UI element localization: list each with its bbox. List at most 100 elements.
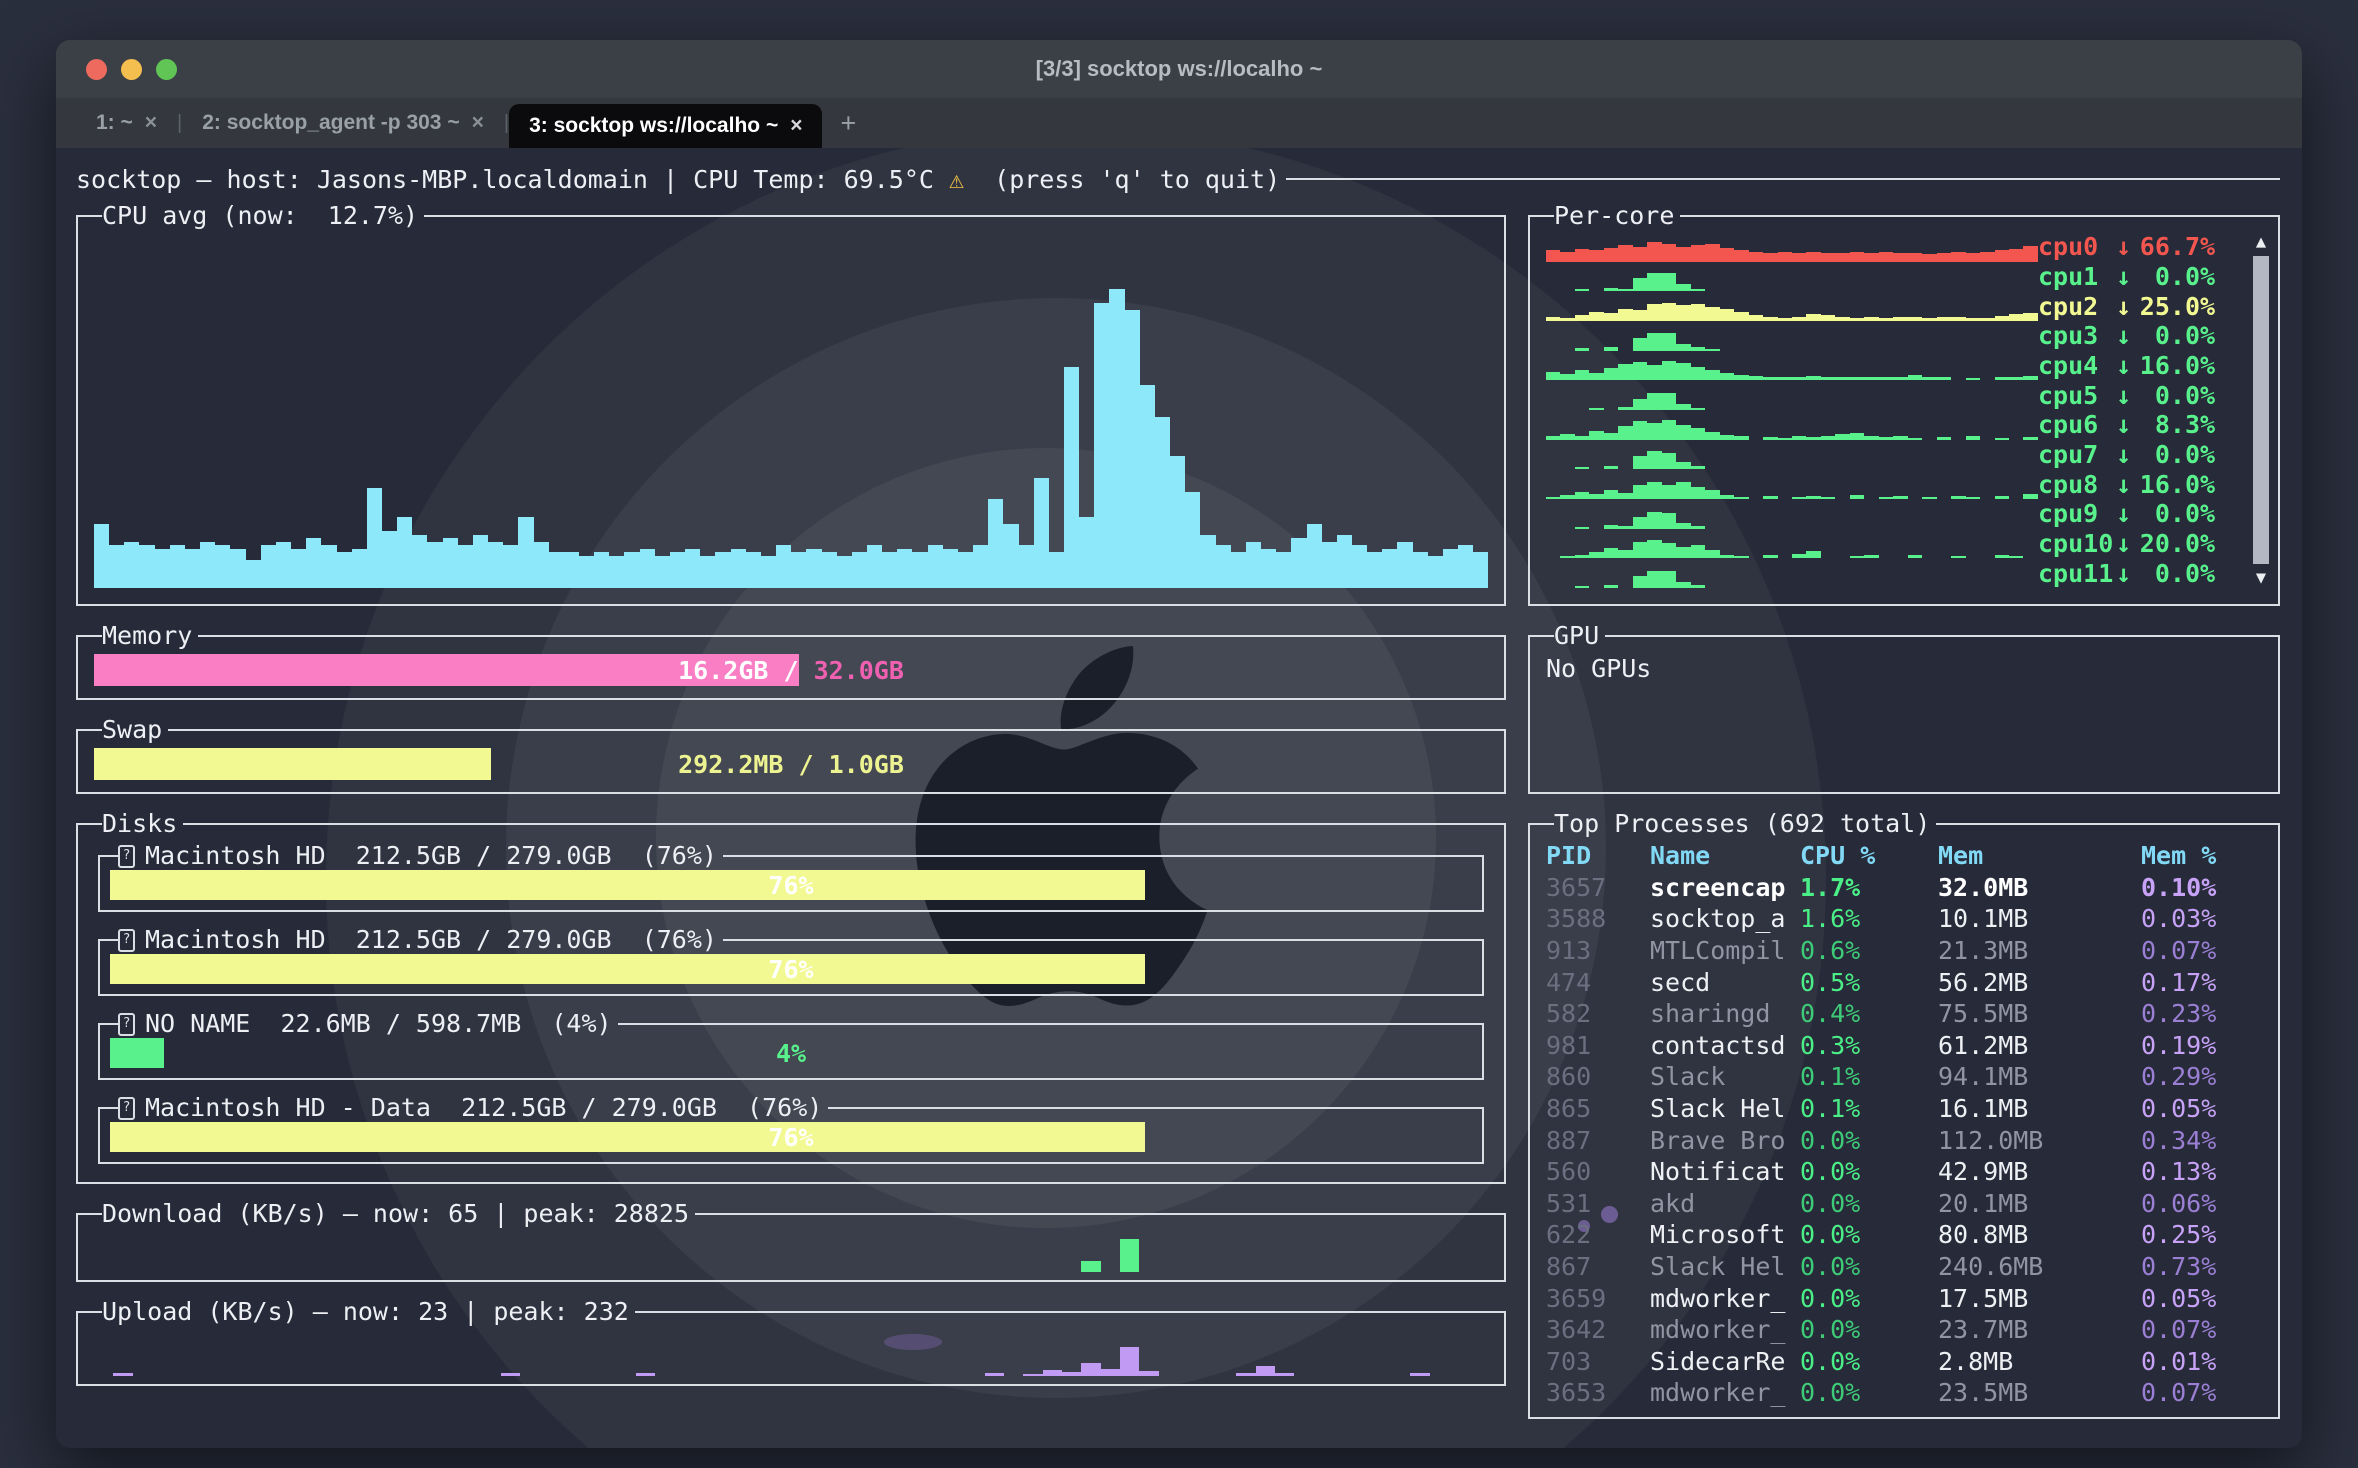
process-pid: 3659 — [1546, 1284, 1650, 1313]
terminal-window: [3/3] socktop ws://localho ~ 1: ~×|2: so… — [56, 40, 2302, 1448]
process-row[interactable]: 913MTLCompil0.6%21.3MB0.07% — [1546, 935, 2262, 967]
upload-bar — [1023, 1374, 1042, 1376]
arrow-down-icon: ↓ — [2116, 381, 2131, 410]
spark-bar — [1705, 432, 1719, 440]
download-bar — [1120, 1239, 1139, 1272]
spark-bar — [1647, 393, 1661, 410]
spark-bar — [1662, 273, 1676, 291]
process-row[interactable]: 3588socktop_a1.6%10.1MB0.03% — [1546, 903, 2262, 935]
cpu-bar — [427, 542, 442, 588]
core-sparkline — [1546, 351, 2038, 381]
spark-bar — [1633, 310, 1647, 321]
zoom-window-button[interactable] — [156, 59, 177, 80]
per-core-scrollbar[interactable]: ▲ ▼ — [2246, 232, 2272, 588]
core-value: 0.0% — [2131, 321, 2215, 350]
memory-usage-bar: 16.2GB / 32.0GB16.2GB / 32.0GB — [94, 654, 1488, 686]
cpu-bar — [321, 545, 336, 588]
cpu-bar — [94, 524, 109, 588]
spark-bar — [1734, 312, 1748, 321]
spark-bar — [1966, 253, 1980, 262]
tab-1[interactable]: 1: ~× — [76, 98, 177, 148]
spark-bar — [1604, 433, 1618, 440]
spark-bar — [1589, 431, 1603, 440]
tab-close-icon[interactable]: × — [790, 114, 802, 138]
process-mem: 10.1MB — [1938, 904, 2141, 933]
spark-bar — [2023, 313, 2037, 321]
close-window-button[interactable] — [86, 59, 107, 80]
process-mem: 61.2MB — [1938, 1031, 2141, 1060]
gpu-panel: GPU No GPUs — [1528, 622, 2280, 794]
process-mempct: 0.29% — [2141, 1062, 2262, 1091]
process-mempct: 0.06% — [2141, 1189, 2262, 1218]
spark-bar — [1705, 550, 1719, 559]
upload-bar — [1256, 1366, 1275, 1376]
process-row[interactable]: 474secd0.5%56.2MB0.17% — [1546, 966, 2262, 998]
process-row[interactable]: 531akd0.0%20.1MB0.06% — [1546, 1188, 2262, 1220]
cpu-bar — [973, 545, 988, 588]
core-name: cpu10 — [2038, 529, 2116, 558]
process-pid: 3657 — [1546, 873, 1650, 902]
process-name: socktop_a — [1650, 904, 1800, 933]
process-row[interactable]: 887Brave Bro0.0%112.0MB0.34% — [1546, 1124, 2262, 1156]
process-pid: 622 — [1546, 1220, 1650, 1249]
core-value: 0.0% — [2131, 440, 2215, 469]
spark-bar — [1676, 344, 1690, 351]
spark-bar — [1705, 307, 1719, 321]
cpu-bar — [1307, 524, 1322, 588]
new-tab-button[interactable]: + — [822, 108, 874, 139]
disk-label: Macintosh HD 212.5GB / 279.0GB (76%) — [145, 842, 717, 870]
process-cpu: 0.0% — [1800, 1378, 1938, 1407]
scroll-down-icon[interactable]: ▼ — [2256, 568, 2266, 588]
cpu-bar — [1246, 542, 1261, 588]
process-row[interactable]: 622Microsoft0.0%80.8MB0.25% — [1546, 1219, 2262, 1251]
upload-bar — [501, 1373, 520, 1376]
process-pid: 531 — [1546, 1189, 1650, 1218]
cpu-bar — [791, 552, 806, 588]
core-row: cpu7↓0.0% — [1546, 440, 2246, 470]
cpu-bar — [1322, 542, 1337, 588]
process-row[interactable]: 867Slack Hel0.0%240.6MB0.73% — [1546, 1251, 2262, 1283]
disk-panel-title: ?Macintosh HD - Data 212.5GB / 279.0GB (… — [118, 1094, 828, 1122]
tab-3[interactable]: 3: socktop ws://localho ~× — [509, 104, 822, 148]
process-row[interactable]: 3642mdworker_0.0%23.7MB0.07% — [1546, 1314, 2262, 1346]
process-mempct: 0.05% — [2141, 1094, 2262, 1123]
spark-bar — [1676, 305, 1690, 321]
spark-bar — [1864, 253, 1878, 262]
cpu-bar — [291, 549, 306, 588]
spark-bar — [1647, 333, 1661, 351]
tab-2[interactable]: 2: socktop_agent -p 303 ~× — [182, 98, 504, 148]
process-row[interactable]: 560Notificat0.0%42.9MB0.13% — [1546, 1156, 2262, 1188]
core-sparkline — [1546, 291, 2038, 321]
process-row[interactable]: 582sharingd0.4%75.5MB0.23% — [1546, 998, 2262, 1030]
disk-panel: ?Macintosh HD 212.5GB / 279.0GB (76%)76%… — [98, 926, 1484, 996]
cpu-bar — [685, 549, 700, 588]
spark-bar — [1633, 542, 1647, 559]
process-row[interactable]: 981contactsd0.3%61.2MB0.19% — [1546, 1030, 2262, 1062]
scroll-up-icon[interactable]: ▲ — [2256, 232, 2266, 252]
process-row[interactable]: 860Slack0.1%94.1MB0.29% — [1546, 1061, 2262, 1093]
process-pid: 3588 — [1546, 904, 1650, 933]
process-row[interactable]: 3657screencap1.7%32.0MB0.10% — [1546, 872, 2262, 904]
minimize-window-button[interactable] — [121, 59, 142, 80]
process-mem: 20.1MB — [1938, 1189, 2141, 1218]
process-pid: 474 — [1546, 968, 1650, 997]
core-name: cpu11 — [2038, 559, 2116, 588]
process-cpu: 1.6% — [1800, 904, 1938, 933]
tab-close-icon[interactable]: × — [145, 111, 157, 135]
cpu-bar — [776, 545, 791, 588]
disk-icon: ? — [118, 1097, 135, 1120]
process-row[interactable]: 865Slack Hel0.1%16.1MB0.05% — [1546, 1093, 2262, 1125]
cpu-bar — [276, 542, 291, 588]
process-row[interactable]: 3659mdworker_0.0%17.5MB0.05% — [1546, 1282, 2262, 1314]
core-row: cpu1↓0.0% — [1546, 262, 2246, 292]
process-row[interactable]: 703SidecarRe0.0%2.8MB0.01% — [1546, 1346, 2262, 1378]
cpu-bar — [109, 545, 124, 588]
cpu-bar — [1367, 552, 1382, 588]
scrollbar-thumb[interactable] — [2253, 256, 2269, 564]
spark-bar — [1647, 512, 1661, 529]
tab-close-icon[interactable]: × — [472, 111, 484, 135]
spark-bar — [1633, 421, 1647, 439]
process-row[interactable]: 3653mdworker_0.0%23.5MB0.07% — [1546, 1377, 2262, 1409]
spark-bar — [1691, 367, 1705, 381]
cpu-bar — [534, 542, 549, 588]
